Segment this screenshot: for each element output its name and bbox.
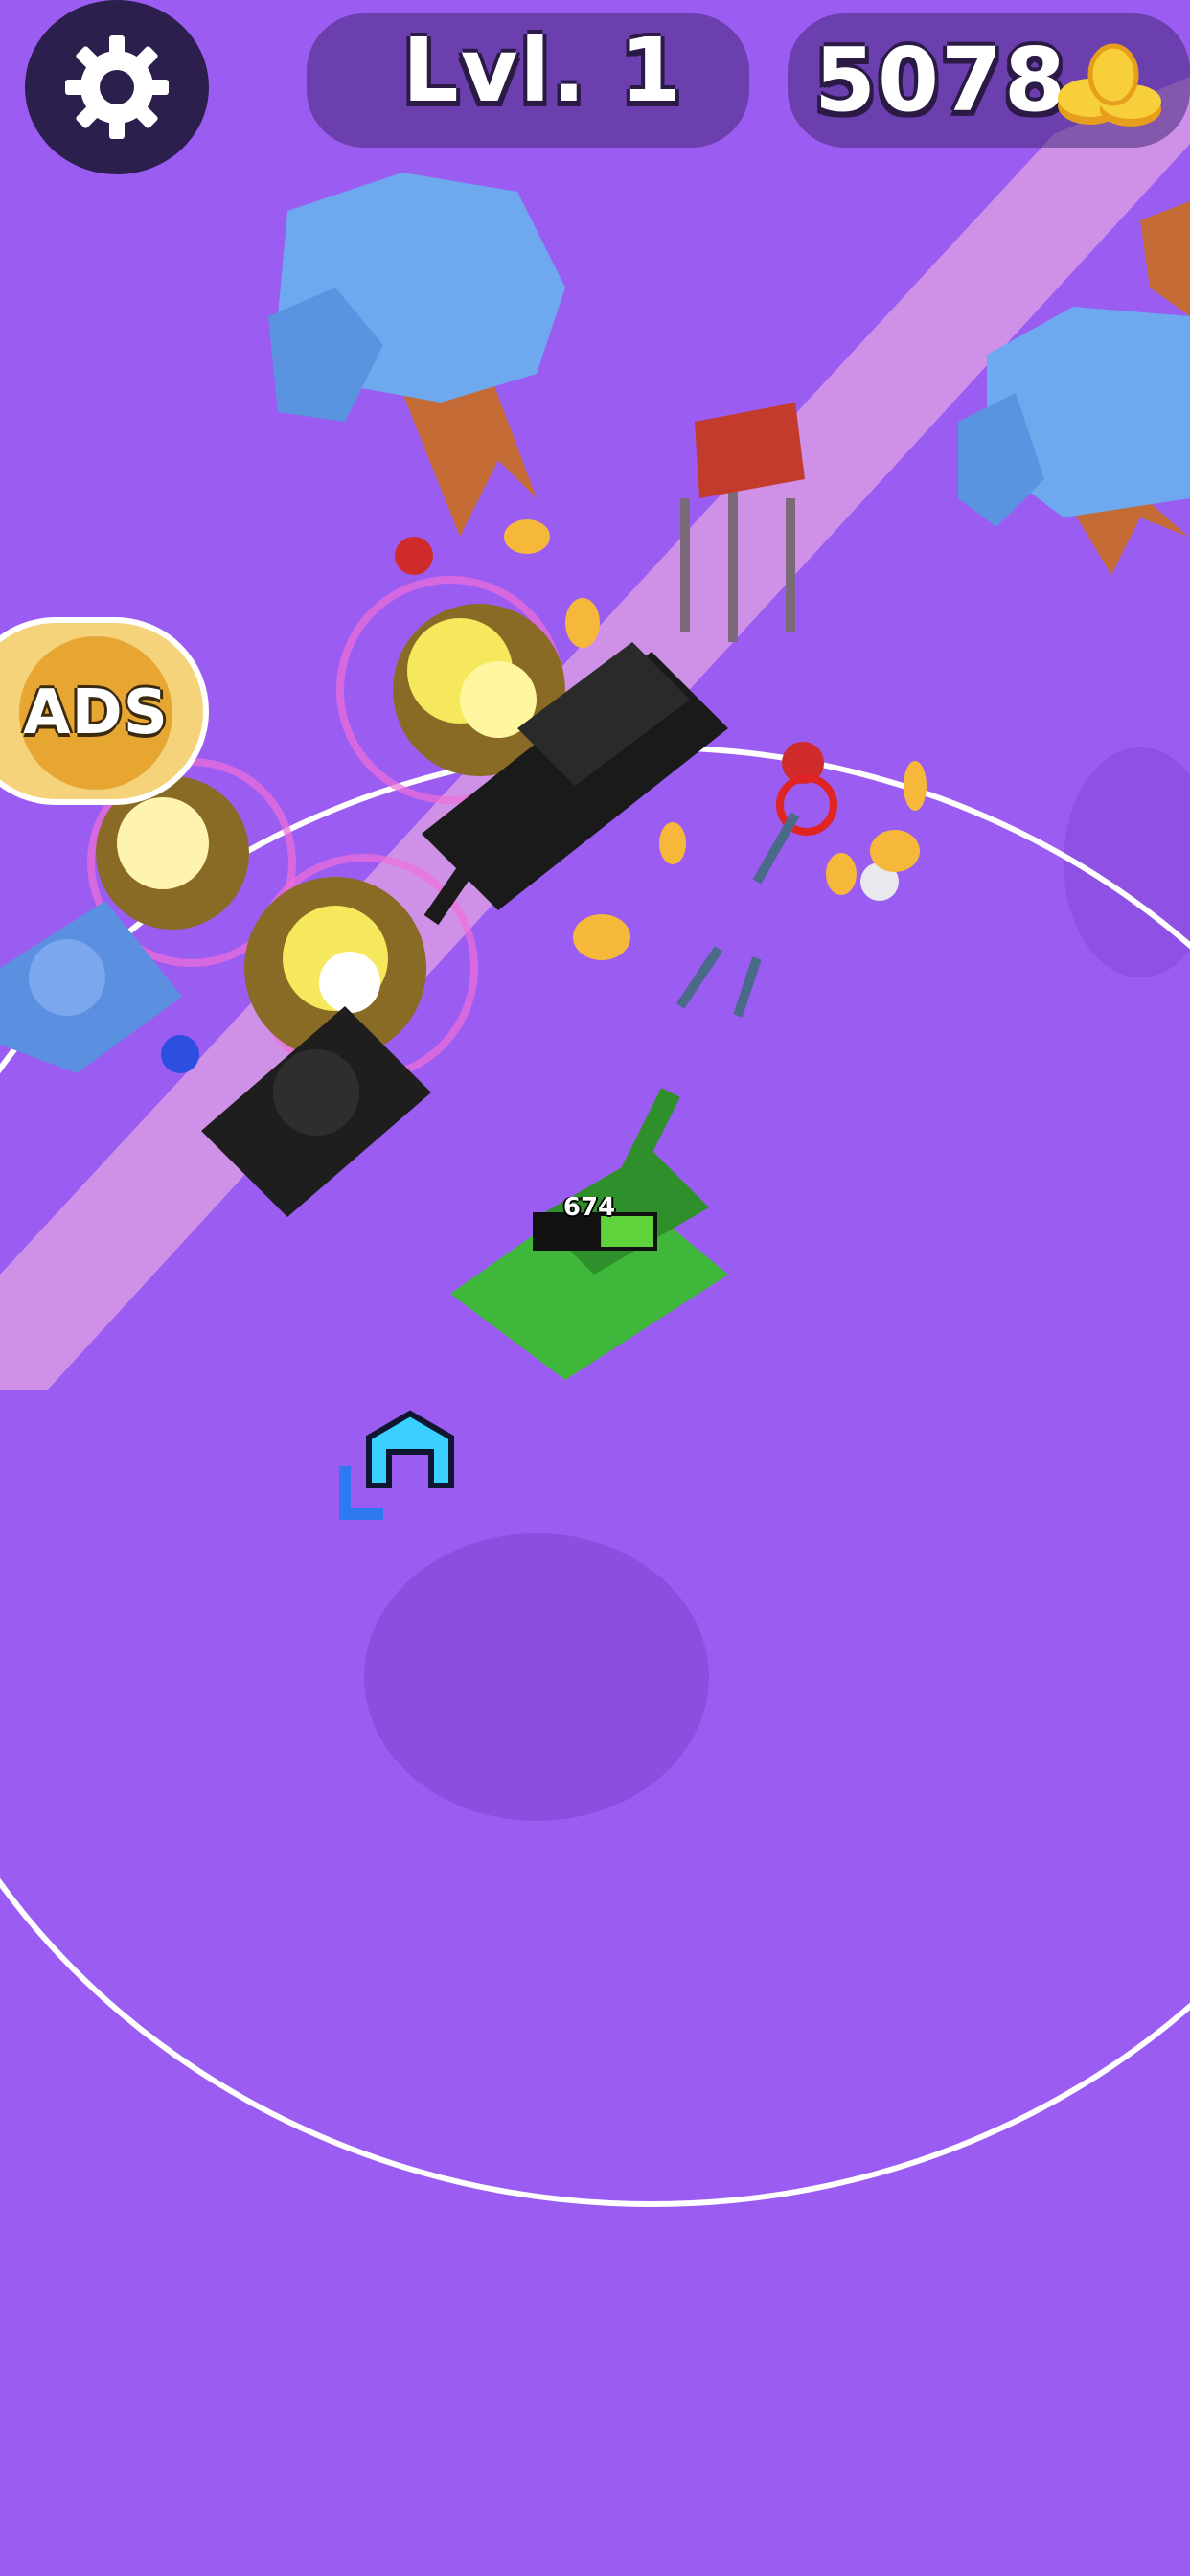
ads-label: ADS	[23, 678, 169, 748]
tree	[268, 172, 565, 537]
coin-stack-icon	[1058, 43, 1161, 126]
ground-shadow	[364, 1533, 709, 1821]
direction-marker	[339, 1410, 454, 1520]
rock	[1140, 201, 1190, 316]
coin-counter: 5078	[814, 29, 1068, 131]
ally-soldier	[161, 1035, 199, 1073]
missiles	[675, 812, 800, 1018]
gear-icon	[65, 35, 169, 139]
enemy-soldier	[395, 537, 433, 575]
ground-shadow	[1064, 748, 1190, 978]
battlefield	[0, 77, 1190, 2207]
level-label: Lvl. 1	[402, 19, 684, 122]
player-hp-value: 674	[562, 1193, 616, 1222]
remove-ads-button[interactable]: ADS	[0, 617, 209, 805]
no-ads-icon: ADS	[19, 636, 172, 790]
game-scene	[0, 0, 1190, 2576]
settings-button[interactable]	[25, 0, 209, 174]
